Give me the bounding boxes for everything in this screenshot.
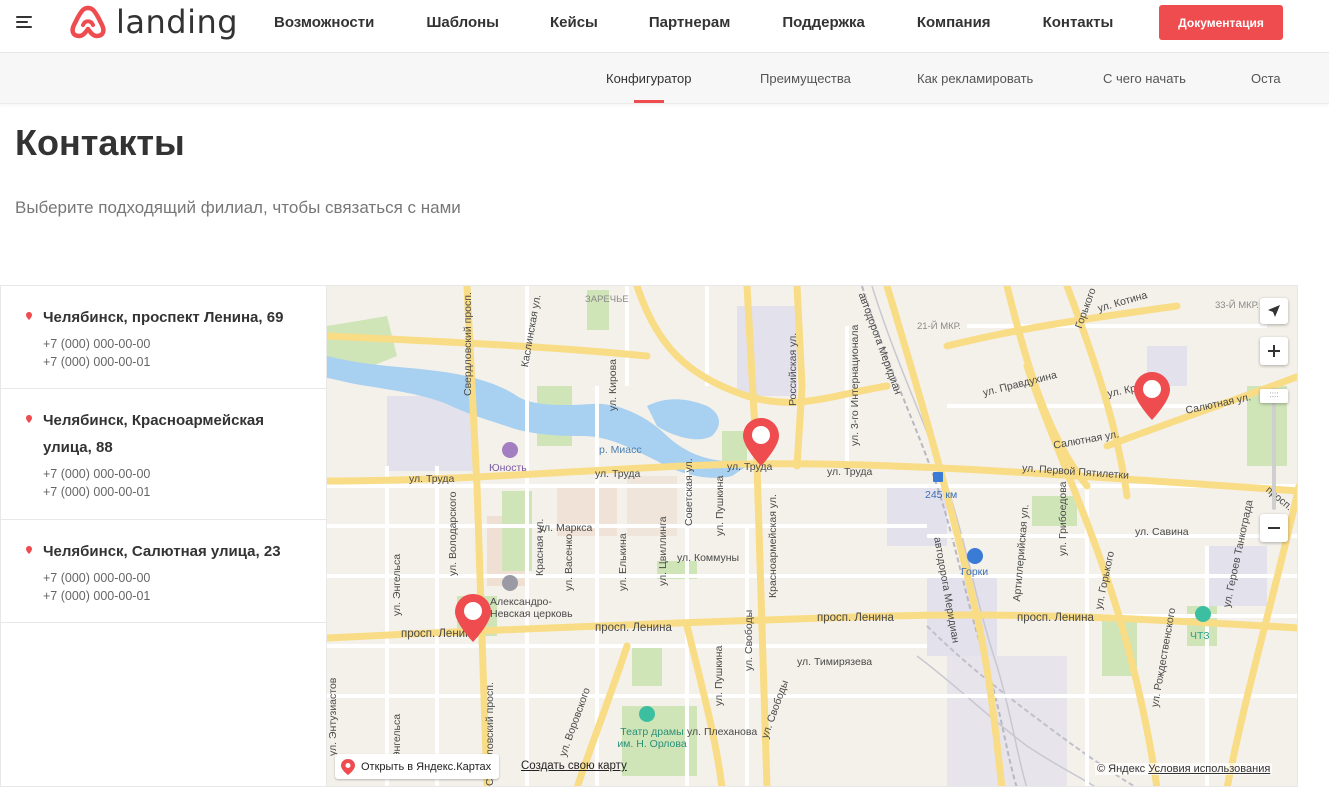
branch-item[interactable]: Челябинск, проспект Ленина, 69 +7 (000) … <box>1 286 326 389</box>
map-label: ул. Маркса <box>539 522 593 534</box>
page-subtitle: Выберите подходящий филиал, чтобы связат… <box>15 198 461 217</box>
map-marker-krasnoarmeyskaya[interactable] <box>741 416 781 468</box>
nav-item-features[interactable]: Возможности <box>274 14 374 31</box>
copyright-text: © Яндекс <box>1097 763 1146 775</box>
branch-phone: +7 (000) 000-00-01 <box>43 485 151 499</box>
map-label: 33-Й МКР. <box>1215 300 1259 311</box>
open-in-yandex-label: Открыть в Яндекс.Картах <box>361 760 492 773</box>
subnav-item-how-to-advertise[interactable]: Как рекламировать <box>917 71 1033 86</box>
create-own-map-link[interactable]: Создать свою карту <box>521 760 627 772</box>
map-label: Красноармейская ул. <box>767 494 779 598</box>
geolocation-button[interactable] <box>1260 298 1288 324</box>
map-label: ул. Энгельса <box>391 553 403 616</box>
branch-phone: +7 (000) 000-00-00 <box>43 467 151 481</box>
terms-of-use-link[interactable]: Условия использования <box>1148 763 1270 775</box>
map-label: 21-Й МКР. <box>917 321 961 332</box>
map-label: Свердловский просп. <box>462 292 474 396</box>
zoom-out-button[interactable] <box>1260 514 1288 542</box>
zoom-slider-handle[interactable]: :::: <box>1260 389 1288 403</box>
top-header: landing Возможности Шаблоны Кейсы Партне… <box>0 0 1329 53</box>
map-label: ул. Володарского <box>447 491 459 577</box>
branch-phone: +7 (000) 000-00-01 <box>43 355 151 369</box>
map-label: ул. Савина <box>1135 526 1189 538</box>
map-label: ул. Свободы <box>743 609 755 671</box>
map-label: ЧТЗ <box>1190 630 1210 642</box>
open-in-yandex-maps-button[interactable]: Открыть в Яндекс.Картах <box>335 754 500 779</box>
map-label: ул. Труда <box>409 473 455 485</box>
branch-item[interactable]: Челябинск, Красноармейская улица, 88 +7 … <box>1 389 326 520</box>
map-label: ул. Энтузиастов <box>327 677 339 756</box>
subnav-item-advantages[interactable]: Преимущества <box>760 71 851 86</box>
map-label: ул. Елькина <box>617 533 629 591</box>
map-label: Российская ул. <box>787 332 799 406</box>
branch-phone: +7 (000) 000-00-01 <box>43 589 151 603</box>
main-nav: Возможности Шаблоны Кейсы Партнерам Подд… <box>274 0 1113 44</box>
subnav-item-configurator[interactable]: Конфигуратор <box>606 71 691 86</box>
map-label: просп. Ленина <box>1017 612 1094 624</box>
map-label: ул. Пушкина <box>713 645 725 706</box>
nav-item-partners[interactable]: Партнерам <box>649 14 730 31</box>
documentation-button[interactable]: Документация <box>1159 5 1283 40</box>
zoom-in-button[interactable] <box>1260 337 1288 365</box>
location-pin-icon <box>26 312 32 320</box>
logo-mark-icon <box>70 5 106 39</box>
nav-item-cases[interactable]: Кейсы <box>550 14 598 31</box>
map-label: Александро-Невская церковь <box>490 596 573 620</box>
map-label: ЗАРЕЧЬЕ <box>585 294 629 305</box>
logo[interactable]: landing <box>70 4 238 40</box>
page-title: Контакты <box>15 122 185 163</box>
nav-item-support[interactable]: Поддержка <box>782 14 865 31</box>
minus-icon <box>1268 527 1280 529</box>
menu-icon[interactable] <box>16 15 32 29</box>
branch-name: Челябинск, проспект Ленина, 69 <box>43 309 284 326</box>
nav-item-templates[interactable]: Шаблоны <box>426 14 499 31</box>
branch-item[interactable]: Челябинск, Салютная улица, 23 +7 (000) 0… <box>1 520 326 623</box>
map-label: ул. Цвиллинга <box>657 516 669 586</box>
map[interactable]: ЗАРЕЧЬЕ 21-Й МКР. 33-Й МКР. р. Миасс Юно… <box>326 285 1298 787</box>
nav-item-company[interactable]: Компания <box>917 14 991 31</box>
zoom-slider-track[interactable] <box>1272 388 1276 510</box>
map-label: ул. Грибоедова <box>1057 481 1069 556</box>
map-copyright: © Яндекс Условия использования <box>1095 763 1273 775</box>
secondary-nav: Конфигуратор Преимущества Как рекламиров… <box>0 53 1329 104</box>
navigation-arrow-icon <box>1268 305 1280 317</box>
location-pin-icon <box>26 546 32 554</box>
map-label: Юность <box>489 462 527 474</box>
subnav-item-getting-started[interactable]: С чего начать <box>1103 71 1186 86</box>
map-marker-salyutnaya[interactable] <box>1132 370 1172 422</box>
map-label: Театр драмы им. Н. Орлова <box>617 726 687 750</box>
map-label: Красная ул. <box>534 518 546 576</box>
map-label: р. Миасс <box>599 444 642 456</box>
map-label: ул. Кирова <box>607 359 619 411</box>
location-pin-icon <box>26 415 32 423</box>
branch-name: Челябинск, Салютная улица, 23 <box>43 543 281 560</box>
map-label: Советская ул. <box>683 458 695 526</box>
map-label: ул. Плеханова <box>687 726 758 738</box>
map-label: просп. Ленина <box>817 612 894 624</box>
map-label: ул. Тимирязева <box>797 656 873 668</box>
branch-list: Челябинск, проспект Ленина, 69 +7 (000) … <box>0 285 326 787</box>
map-label: просп. Ленина <box>595 622 672 634</box>
map-label: ул. Пушкина <box>714 475 726 536</box>
logo-text: landing <box>116 3 239 41</box>
map-label: 245 км <box>925 489 958 501</box>
map-label: ул. Васенко <box>563 533 575 591</box>
branch-phone: +7 (000) 000-00-00 <box>43 337 151 351</box>
map-marker-lenina[interactable] <box>453 592 493 644</box>
map-label: Горки <box>961 566 989 578</box>
branch-phone: +7 (000) 000-00-00 <box>43 571 151 585</box>
nav-item-contacts[interactable]: Контакты <box>1043 14 1114 31</box>
plus-icon <box>1268 345 1280 357</box>
map-label: ул. Труда <box>595 468 641 480</box>
subnav-overflow-mask <box>1283 53 1329 103</box>
yandex-pin-icon <box>341 758 355 775</box>
map-label: ул. 3-го Интернационала <box>849 324 861 446</box>
map-label: ул. Труда <box>827 466 873 478</box>
subnav-item-more[interactable]: Оста <box>1251 71 1281 86</box>
subnav-active-indicator <box>634 100 664 103</box>
map-label: ул. Коммуны <box>677 552 740 564</box>
branch-name: Челябинск, Красноармейская улица, 88 <box>43 412 265 456</box>
